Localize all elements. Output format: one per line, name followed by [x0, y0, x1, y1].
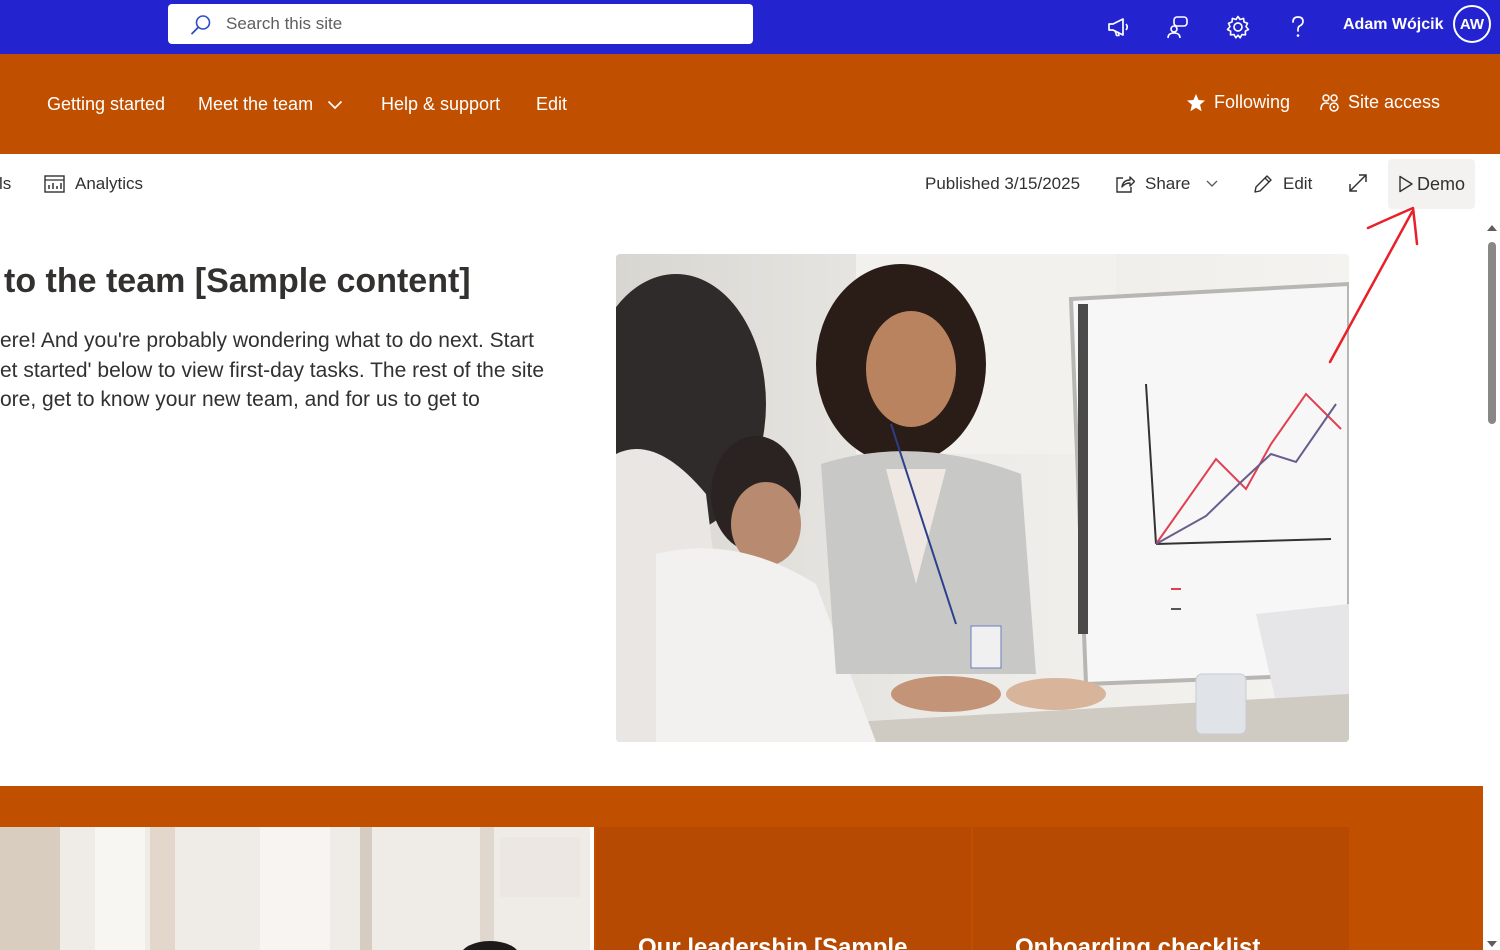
onboarding-tile[interactable]: Onboarding checklist: [973, 827, 1349, 950]
pencil-icon: [1253, 174, 1273, 194]
analytics-button[interactable]: Analytics: [44, 174, 143, 194]
site-header: Getting started Meet the team Help & sup…: [0, 54, 1500, 154]
hero-description-line: ore, get to know your new team, and for …: [0, 388, 480, 411]
chat-icon[interactable]: [1163, 12, 1193, 42]
share-icon: [1115, 175, 1135, 193]
search-input[interactable]: [226, 12, 726, 36]
search-icon: [190, 14, 212, 36]
analytics-label: Analytics: [75, 174, 144, 193]
play-icon: [1398, 175, 1414, 193]
hero-description-line: ere! And you're probably wondering what …: [0, 329, 535, 352]
woman-presenting-chart-image: [616, 254, 1349, 742]
hero-description: ere! And you're probably wondering what …: [0, 326, 600, 415]
analytics-icon: [44, 175, 65, 193]
onboarding-tile-title: Onboarding checklist: [1015, 934, 1261, 950]
demo-label: Demo: [1416, 173, 1465, 194]
expand-icon[interactable]: [1348, 173, 1368, 193]
annotation-arrow: [1328, 206, 1419, 364]
scroll-thumb[interactable]: [1488, 242, 1496, 424]
search-box[interactable]: [168, 4, 753, 44]
people-key-icon: [1320, 93, 1340, 113]
edit-page-button[interactable]: Edit: [1253, 174, 1312, 194]
avatar[interactable]: AW: [1453, 5, 1491, 43]
office-window-image: [0, 827, 594, 950]
following-button[interactable]: Following: [1186, 92, 1290, 113]
share-button[interactable]: Share: [1115, 174, 1218, 194]
nav-help-support[interactable]: Help & support: [381, 94, 500, 115]
scroll-down-arrow-icon[interactable]: [1486, 940, 1498, 948]
suite-bar: Adam Wójcik AW: [0, 0, 1500, 54]
nav-edit[interactable]: Edit: [536, 94, 567, 115]
leadership-tile-title: Our leadership [Sample: [638, 934, 908, 950]
nav-getting-started[interactable]: Getting started: [47, 94, 165, 115]
leadership-tile[interactable]: Our leadership [Sample: [596, 827, 971, 950]
site-access-label: Site access: [1348, 92, 1441, 112]
nav-meet-the-team[interactable]: Meet the team: [198, 94, 343, 115]
following-label: Following: [1214, 92, 1291, 112]
share-label: Share: [1145, 174, 1191, 193]
star-icon: [1186, 93, 1206, 113]
site-access-button[interactable]: Site access: [1320, 92, 1440, 113]
user-name[interactable]: Adam Wójcik: [1343, 16, 1443, 34]
settings-icon[interactable]: [1223, 12, 1253, 42]
command-bar: ls Analytics Published 3/15/2025 Share E…: [0, 154, 1500, 214]
scroll-up-arrow-icon[interactable]: [1486, 224, 1498, 232]
chevron-down-icon: [1206, 180, 1218, 188]
vertical-scrollbar[interactable]: [1483, 214, 1500, 950]
truncated-command[interactable]: ls: [0, 174, 11, 194]
hero-description-line: et started' below to view first-day task…: [0, 358, 545, 382]
megaphone-icon[interactable]: [1104, 12, 1134, 42]
published-date: Published 3/15/2025: [925, 174, 1081, 193]
help-icon[interactable]: [1283, 12, 1313, 42]
edit-page-label: Edit: [1283, 174, 1313, 193]
page-title: to the team [Sample content]: [4, 262, 471, 300]
nav-meet-the-team-label: Meet the team: [198, 94, 314, 114]
chevron-down-icon: [327, 100, 343, 110]
quick-links-section: Our leadership [Sample Onboarding checkl…: [0, 786, 1483, 950]
